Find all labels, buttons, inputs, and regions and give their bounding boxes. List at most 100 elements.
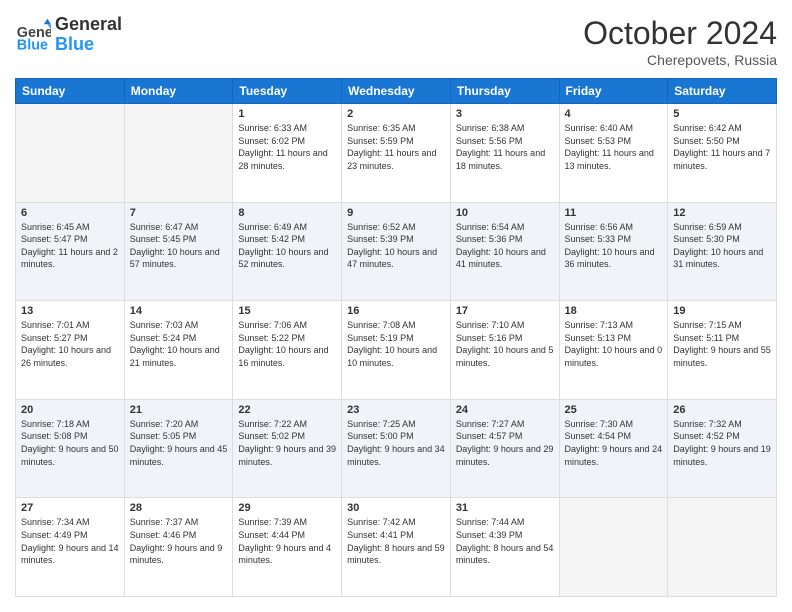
calendar-cell: 18Sunrise: 7:13 AMSunset: 5:13 PMDayligh… bbox=[559, 301, 668, 400]
sunrise-text: Sunrise: 6:45 AM bbox=[21, 221, 119, 234]
day-number: 15 bbox=[238, 305, 336, 317]
day-info: Sunrise: 7:06 AMSunset: 5:22 PMDaylight:… bbox=[238, 319, 336, 369]
day-number: 23 bbox=[347, 404, 445, 416]
day-number: 6 bbox=[21, 207, 119, 219]
daylight-text: Daylight: 10 hours and 47 minutes. bbox=[347, 246, 445, 271]
daylight-text: Daylight: 10 hours and 5 minutes. bbox=[456, 344, 554, 369]
sunrise-text: Sunrise: 7:44 AM bbox=[456, 516, 554, 529]
daylight-text: Daylight: 9 hours and 19 minutes. bbox=[673, 443, 771, 468]
day-info: Sunrise: 6:49 AMSunset: 5:42 PMDaylight:… bbox=[238, 221, 336, 271]
daylight-text: Daylight: 9 hours and 50 minutes. bbox=[21, 443, 119, 468]
sunrise-text: Sunrise: 7:10 AM bbox=[456, 319, 554, 332]
sunrise-text: Sunrise: 7:22 AM bbox=[238, 418, 336, 431]
sunrise-text: Sunrise: 7:13 AM bbox=[565, 319, 663, 332]
day-info: Sunrise: 6:38 AMSunset: 5:56 PMDaylight:… bbox=[456, 122, 554, 172]
daylight-text: Daylight: 10 hours and 36 minutes. bbox=[565, 246, 663, 271]
calendar-cell: 16Sunrise: 7:08 AMSunset: 5:19 PMDayligh… bbox=[342, 301, 451, 400]
calendar-week-row: 20Sunrise: 7:18 AMSunset: 5:08 PMDayligh… bbox=[16, 399, 777, 498]
daylight-text: Daylight: 8 hours and 54 minutes. bbox=[456, 542, 554, 567]
day-info: Sunrise: 6:42 AMSunset: 5:50 PMDaylight:… bbox=[673, 122, 771, 172]
sunset-text: Sunset: 4:54 PM bbox=[565, 430, 663, 443]
day-number: 12 bbox=[673, 207, 771, 219]
page: General Blue General Blue October 2024 C… bbox=[0, 0, 792, 612]
sunset-text: Sunset: 5:50 PM bbox=[673, 135, 771, 148]
day-info: Sunrise: 7:20 AMSunset: 5:05 PMDaylight:… bbox=[130, 418, 228, 468]
calendar-cell: 13Sunrise: 7:01 AMSunset: 5:27 PMDayligh… bbox=[16, 301, 125, 400]
header-sunday: Sunday bbox=[16, 79, 125, 104]
calendar-week-row: 1Sunrise: 6:33 AMSunset: 6:02 PMDaylight… bbox=[16, 104, 777, 203]
day-number: 4 bbox=[565, 108, 663, 120]
daylight-text: Daylight: 10 hours and 57 minutes. bbox=[130, 246, 228, 271]
sunset-text: Sunset: 5:22 PM bbox=[238, 332, 336, 345]
header: General Blue General Blue October 2024 C… bbox=[15, 15, 777, 68]
sunrise-text: Sunrise: 6:33 AM bbox=[238, 122, 336, 135]
sunrise-text: Sunrise: 6:38 AM bbox=[456, 122, 554, 135]
sunset-text: Sunset: 5:19 PM bbox=[347, 332, 445, 345]
daylight-text: Daylight: 10 hours and 26 minutes. bbox=[21, 344, 119, 369]
sunrise-text: Sunrise: 7:06 AM bbox=[238, 319, 336, 332]
day-info: Sunrise: 7:27 AMSunset: 4:57 PMDaylight:… bbox=[456, 418, 554, 468]
day-info: Sunrise: 7:34 AMSunset: 4:49 PMDaylight:… bbox=[21, 516, 119, 566]
daylight-text: Daylight: 10 hours and 16 minutes. bbox=[238, 344, 336, 369]
daylight-text: Daylight: 9 hours and 45 minutes. bbox=[130, 443, 228, 468]
day-number: 2 bbox=[347, 108, 445, 120]
day-info: Sunrise: 7:08 AMSunset: 5:19 PMDaylight:… bbox=[347, 319, 445, 369]
sunrise-text: Sunrise: 6:40 AM bbox=[565, 122, 663, 135]
calendar-cell: 28Sunrise: 7:37 AMSunset: 4:46 PMDayligh… bbox=[124, 498, 233, 597]
day-info: Sunrise: 7:10 AMSunset: 5:16 PMDaylight:… bbox=[456, 319, 554, 369]
day-number: 9 bbox=[347, 207, 445, 219]
calendar-week-row: 13Sunrise: 7:01 AMSunset: 5:27 PMDayligh… bbox=[16, 301, 777, 400]
daylight-text: Daylight: 10 hours and 0 minutes. bbox=[565, 344, 663, 369]
sunset-text: Sunset: 5:11 PM bbox=[673, 332, 771, 345]
daylight-text: Daylight: 11 hours and 2 minutes. bbox=[21, 246, 119, 271]
month-title: October 2024 bbox=[583, 15, 777, 52]
calendar-cell: 20Sunrise: 7:18 AMSunset: 5:08 PMDayligh… bbox=[16, 399, 125, 498]
calendar-cell: 11Sunrise: 6:56 AMSunset: 5:33 PMDayligh… bbox=[559, 202, 668, 301]
daylight-text: Daylight: 8 hours and 59 minutes. bbox=[347, 542, 445, 567]
daylight-text: Daylight: 9 hours and 34 minutes. bbox=[347, 443, 445, 468]
header-thursday: Thursday bbox=[450, 79, 559, 104]
sunset-text: Sunset: 5:30 PM bbox=[673, 233, 771, 246]
sunrise-text: Sunrise: 7:01 AM bbox=[21, 319, 119, 332]
sunrise-text: Sunrise: 7:37 AM bbox=[130, 516, 228, 529]
day-number: 21 bbox=[130, 404, 228, 416]
calendar-cell: 15 Sunrise: 7:06 AMSunset: 5:22 PMDayligh… bbox=[233, 301, 342, 400]
sunset-text: Sunset: 5:47 PM bbox=[21, 233, 119, 246]
day-number: 29 bbox=[238, 502, 336, 514]
sunset-text: Sunset: 4:46 PM bbox=[130, 529, 228, 542]
logo-blue-text: Blue bbox=[55, 35, 122, 55]
day-info: Sunrise: 6:54 AMSunset: 5:36 PMDaylight:… bbox=[456, 221, 554, 271]
calendar-week-row: 27 Sunrise: 7:34 AMSunset: 4:49 PMDayligh… bbox=[16, 498, 777, 597]
sunset-text: Sunset: 5:00 PM bbox=[347, 430, 445, 443]
sunset-text: Sunset: 5:39 PM bbox=[347, 233, 445, 246]
svg-text:Blue: Blue bbox=[17, 37, 48, 53]
calendar-cell: 14Sunrise: 7:03 AMSunset: 5:24 PMDayligh… bbox=[124, 301, 233, 400]
title-block: October 2024 Cherepovets, Russia bbox=[583, 15, 777, 68]
sunrise-text: Sunrise: 7:34 AM bbox=[21, 516, 119, 529]
location-subtitle: Cherepovets, Russia bbox=[583, 52, 777, 68]
calendar-cell: 17 Sunrise: 7:10 AMSunset: 5:16 PMDayligh… bbox=[450, 301, 559, 400]
sunrise-text: Sunrise: 7:25 AM bbox=[347, 418, 445, 431]
daylight-text: Daylight: 9 hours and 14 minutes. bbox=[21, 542, 119, 567]
daylight-text: Daylight: 9 hours and 4 minutes. bbox=[238, 542, 336, 567]
header-wednesday: Wednesday bbox=[342, 79, 451, 104]
calendar-cell: 9Sunrise: 6:52 AMSunset: 5:39 PMDaylight… bbox=[342, 202, 451, 301]
calendar-cell bbox=[16, 104, 125, 203]
sunset-text: Sunset: 5:27 PM bbox=[21, 332, 119, 345]
day-number: 17 bbox=[456, 305, 554, 317]
logo-text: General Blue bbox=[55, 15, 122, 55]
daylight-text: Daylight: 10 hours and 41 minutes. bbox=[456, 246, 554, 271]
weekday-header-row: Sunday Monday Tuesday Wednesday Thursday… bbox=[16, 79, 777, 104]
sunset-text: Sunset: 4:52 PM bbox=[673, 430, 771, 443]
daylight-text: Daylight: 10 hours and 52 minutes. bbox=[238, 246, 336, 271]
daylight-text: Daylight: 11 hours and 28 minutes. bbox=[238, 147, 336, 172]
calendar-cell: 12Sunrise: 6:59 AMSunset: 5:30 PMDayligh… bbox=[668, 202, 777, 301]
sunset-text: Sunset: 5:53 PM bbox=[565, 135, 663, 148]
day-number: 24 bbox=[456, 404, 554, 416]
calendar-cell: 8Sunrise: 6:49 AMSunset: 5:42 PMDaylight… bbox=[233, 202, 342, 301]
logo: General Blue General Blue bbox=[15, 15, 122, 55]
day-info: Sunrise: 7:39 AMSunset: 4:44 PMDaylight:… bbox=[238, 516, 336, 566]
sunrise-text: Sunrise: 7:32 AM bbox=[673, 418, 771, 431]
calendar-cell bbox=[668, 498, 777, 597]
day-number: 27 bbox=[21, 502, 119, 514]
